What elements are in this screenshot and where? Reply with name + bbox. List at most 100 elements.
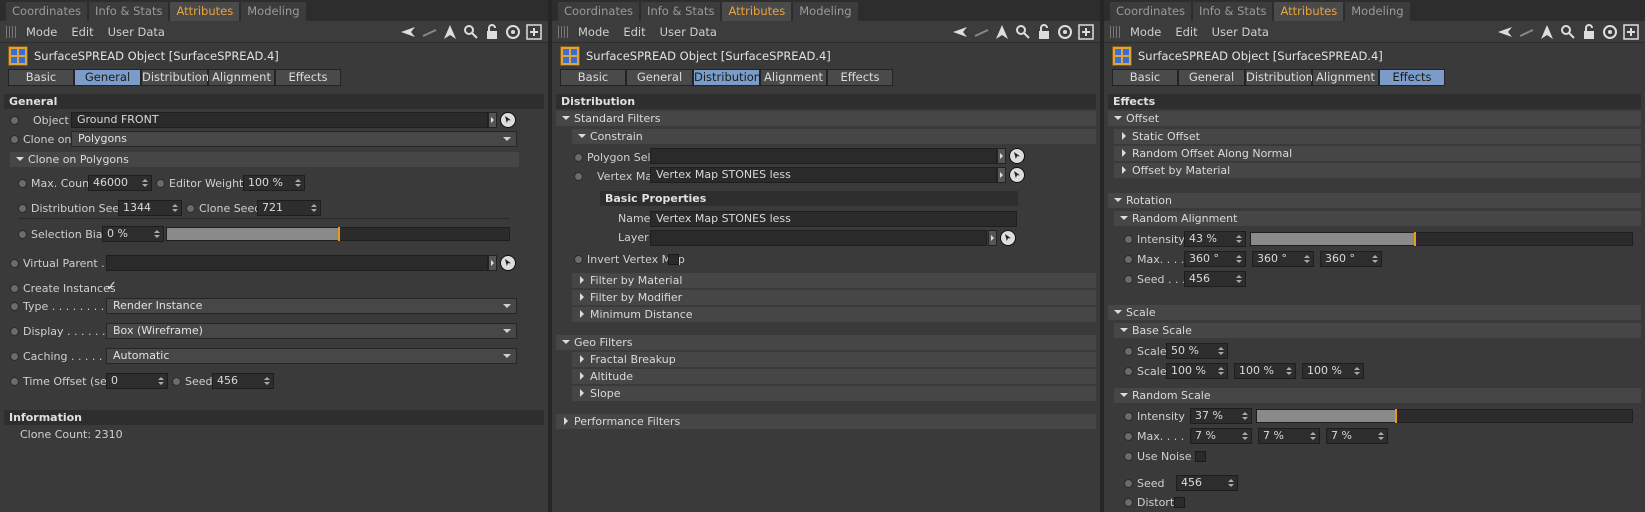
- ptab-general[interactable]: General: [1178, 69, 1245, 86]
- seed-input[interactable]: 456: [212, 373, 274, 389]
- keyframe-dot[interactable]: [10, 302, 19, 311]
- create-instances-checkbox[interactable]: ✓: [106, 279, 117, 294]
- keyframe-dot[interactable]: [1124, 432, 1133, 441]
- rotation-intensity-input[interactable]: 43 %: [1184, 231, 1246, 247]
- scale-group[interactable]: Scale: [1108, 305, 1641, 320]
- add-panel-icon[interactable]: [526, 24, 542, 40]
- tab-attributes[interactable]: Attributes: [170, 2, 240, 21]
- tab-attributes[interactable]: Attributes: [722, 2, 792, 21]
- time-offset-input[interactable]: 0: [106, 373, 168, 389]
- target-icon[interactable]: [1057, 24, 1073, 40]
- tab-coordinates[interactable]: Coordinates: [1110, 2, 1192, 21]
- rotation-max-h-input[interactable]: 360 °: [1184, 251, 1246, 267]
- menu-edit[interactable]: Edit: [1175, 25, 1197, 39]
- forward-arrow-icon[interactable]: [973, 24, 989, 40]
- polygon-selection-field[interactable]: [650, 148, 997, 164]
- tab-coordinates[interactable]: Coordinates: [558, 2, 640, 21]
- editor-weight-input[interactable]: 100 %: [243, 175, 305, 191]
- slider-knob[interactable]: [1395, 409, 1397, 423]
- standard-filters-group[interactable]: Standard Filters: [556, 111, 1096, 126]
- slider-knob[interactable]: [338, 227, 340, 241]
- layer-pick-icon[interactable]: [1000, 230, 1016, 246]
- tab-info-stats[interactable]: Info & Stats: [89, 2, 169, 21]
- grip-icon[interactable]: [558, 25, 570, 38]
- menu-mode[interactable]: Mode: [1130, 25, 1161, 39]
- target-icon[interactable]: [1602, 24, 1618, 40]
- keyframe-dot[interactable]: [186, 204, 195, 213]
- virtual-parent-field[interactable]: [106, 255, 488, 271]
- clone-on-polygons-group[interactable]: Clone on Polygons: [10, 152, 519, 167]
- keyframe-dot[interactable]: [574, 153, 583, 162]
- minimum-distance-group[interactable]: Minimum Distance: [572, 307, 1096, 322]
- ptab-distribution[interactable]: Distribution: [141, 69, 209, 86]
- scale-intensity-input[interactable]: 37 %: [1190, 408, 1252, 424]
- add-panel-icon[interactable]: [1078, 24, 1094, 40]
- keyframe-dot[interactable]: [10, 284, 19, 293]
- object-link-field[interactable]: Ground FRONT: [71, 112, 488, 128]
- caching-dropdown[interactable]: Automatic: [106, 348, 517, 364]
- menu-mode[interactable]: Mode: [26, 25, 57, 39]
- offset-by-material-group[interactable]: Offset by Material: [1114, 163, 1641, 178]
- keyframe-dot[interactable]: [10, 116, 19, 125]
- filter-by-modifier-group[interactable]: Filter by Modifier: [572, 290, 1096, 305]
- rotation-max-b-input[interactable]: 360 °: [1320, 251, 1382, 267]
- search-icon[interactable]: [1015, 24, 1031, 40]
- slider-knob[interactable]: [1414, 232, 1416, 246]
- keyframe-dot[interactable]: [1124, 347, 1133, 356]
- virtual-parent-menu-button[interactable]: [488, 255, 497, 271]
- vertex-map-field[interactable]: Vertex Map STONES less: [650, 167, 997, 183]
- keyframe-dot[interactable]: [574, 172, 583, 181]
- ptab-alignment[interactable]: Alignment: [760, 69, 827, 86]
- menu-user-data[interactable]: User Data: [1212, 25, 1269, 39]
- display-dropdown[interactable]: Box (Wireframe): [106, 323, 517, 339]
- rotation-seed-input[interactable]: 456: [1184, 271, 1246, 287]
- menu-edit[interactable]: Edit: [71, 25, 93, 39]
- max-count-input[interactable]: 46000: [88, 175, 152, 191]
- ptab-general[interactable]: General: [626, 69, 693, 86]
- keyframe-dot[interactable]: [10, 352, 19, 361]
- keyframe-dot[interactable]: [1124, 498, 1133, 507]
- search-icon[interactable]: [1560, 24, 1576, 40]
- tab-info-stats[interactable]: Info & Stats: [641, 2, 721, 21]
- lock-icon[interactable]: [1581, 24, 1597, 40]
- keyframe-dot[interactable]: [574, 255, 583, 264]
- type-dropdown[interactable]: Render Instance: [106, 298, 517, 314]
- scale-max-z-input[interactable]: 7 %: [1326, 428, 1388, 444]
- polygon-selection-pick-icon[interactable]: [1009, 148, 1025, 164]
- ptab-effects[interactable]: Effects: [1379, 69, 1445, 86]
- up-arrow-icon[interactable]: [994, 24, 1010, 40]
- up-arrow-icon[interactable]: [442, 24, 458, 40]
- layer-menu-button[interactable]: [988, 230, 997, 246]
- ptab-distribution[interactable]: Distribution: [1245, 69, 1313, 86]
- keyframe-dot[interactable]: [1124, 235, 1133, 244]
- back-arrow-icon[interactable]: [400, 24, 416, 40]
- rotation-max-p-input[interactable]: 360 °: [1252, 251, 1314, 267]
- polygon-selection-menu-button[interactable]: [997, 148, 1006, 164]
- tab-attributes[interactable]: Attributes: [1274, 2, 1344, 21]
- base-scale-group[interactable]: Base Scale: [1114, 323, 1641, 338]
- use-noise-checkbox[interactable]: [1195, 451, 1206, 462]
- vertex-map-menu-button[interactable]: [997, 167, 1006, 183]
- target-icon[interactable]: [505, 24, 521, 40]
- random-offset-normal-group[interactable]: Random Offset Along Normal: [1114, 146, 1641, 161]
- keyframe-dot[interactable]: [1124, 479, 1133, 488]
- keyframe-dot[interactable]: [10, 377, 19, 386]
- keyframe-dot[interactable]: [1124, 255, 1133, 264]
- random-alignment-group[interactable]: Random Alignment: [1114, 211, 1641, 226]
- ptab-alignment[interactable]: Alignment: [1312, 69, 1379, 86]
- add-panel-icon[interactable]: [1623, 24, 1639, 40]
- tab-coordinates[interactable]: Coordinates: [6, 2, 88, 21]
- menu-mode[interactable]: Mode: [578, 25, 609, 39]
- keyframe-dot[interactable]: [18, 204, 27, 213]
- object-link-menu-button[interactable]: [488, 112, 497, 128]
- constrain-group[interactable]: Constrain: [572, 129, 1096, 144]
- layer-field[interactable]: [650, 230, 987, 246]
- keyframe-dot[interactable]: [1124, 367, 1133, 376]
- filter-by-material-group[interactable]: Filter by Material: [572, 273, 1096, 288]
- tab-modeling[interactable]: Modeling: [241, 2, 306, 21]
- back-arrow-icon[interactable]: [1497, 24, 1513, 40]
- scale-max-y-input[interactable]: 7 %: [1258, 428, 1320, 444]
- lock-icon[interactable]: [1036, 24, 1052, 40]
- back-arrow-icon[interactable]: [952, 24, 968, 40]
- tab-modeling[interactable]: Modeling: [1345, 2, 1410, 21]
